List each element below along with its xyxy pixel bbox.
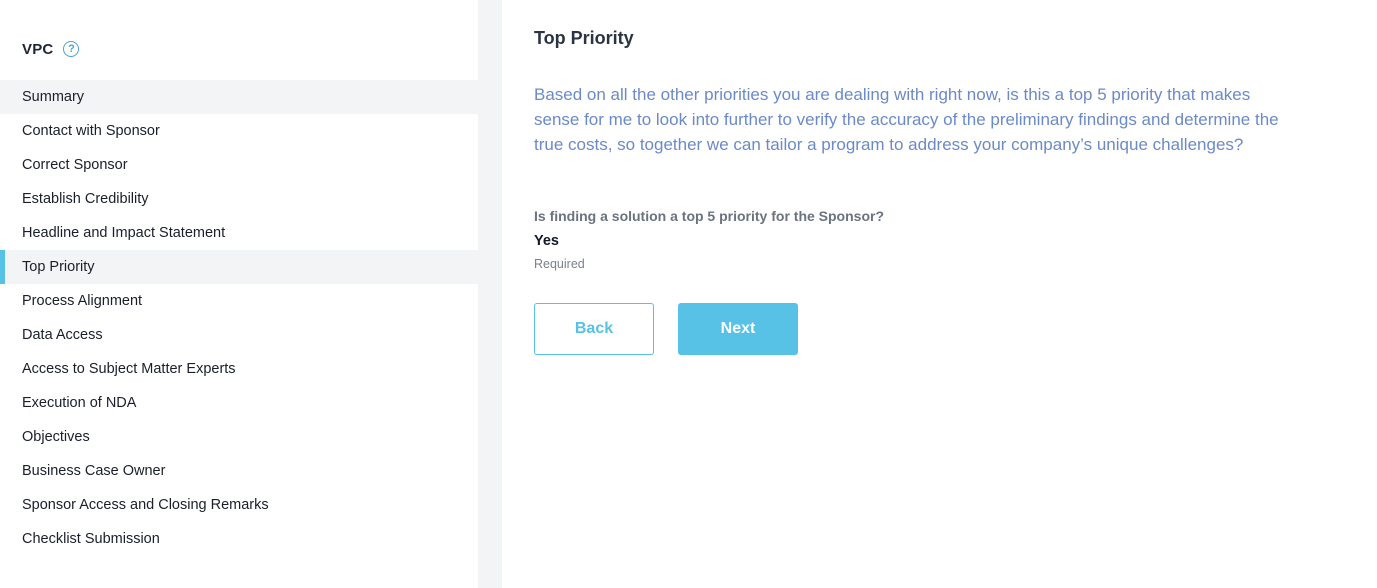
sidebar-item-label: Summary — [22, 89, 85, 105]
sidebar-item-sme-access[interactable]: Access to Subject Matter Experts — [0, 352, 478, 386]
main-content: Top Priority Based on all the other prio… — [502, 0, 1377, 588]
question-label: Is finding a solution a top 5 priority f… — [534, 208, 884, 224]
next-button[interactable]: Next — [678, 303, 798, 355]
sidebar-title: VPC — [22, 40, 54, 58]
sidebar-item-execution-nda[interactable]: Execution of NDA — [0, 386, 478, 420]
sidebar: VPC ? Summary Contact with Sponsor Corre… — [0, 0, 478, 588]
sidebar-item-process-alignment[interactable]: Process Alignment — [0, 284, 478, 318]
sidebar-item-label: Objectives — [22, 429, 90, 445]
sidebar-item-label: Business Case Owner — [22, 463, 166, 479]
sidebar-nav: Summary Contact with Sponsor Correct Spo… — [0, 80, 478, 556]
sidebar-item-headline-impact[interactable]: Headline and Impact Statement — [0, 216, 478, 250]
sidebar-item-label: Data Access — [22, 327, 103, 343]
back-button[interactable]: Back — [534, 303, 654, 355]
sidebar-item-label: Top Priority — [22, 259, 95, 275]
sidebar-item-label: Establish Credibility — [22, 191, 149, 207]
sidebar-item-establish-credibility[interactable]: Establish Credibility — [0, 182, 478, 216]
sidebar-item-contact-with-sponsor[interactable]: Contact with Sponsor — [0, 114, 478, 148]
question-circle-icon[interactable]: ? — [63, 41, 80, 57]
sidebar-item-label: Access to Subject Matter Experts — [22, 361, 236, 377]
sidebar-item-label: Process Alignment — [22, 293, 143, 309]
app-layout: VPC ? Summary Contact with Sponsor Corre… — [0, 0, 1377, 588]
sidebar-item-sponsor-access-closing[interactable]: Sponsor Access and Closing Remarks — [0, 488, 478, 522]
sidebar-item-label: Headline and Impact Statement — [22, 225, 226, 241]
page-title: Top Priority — [534, 28, 634, 48]
sidebar-item-business-case-owner[interactable]: Business Case Owner — [0, 454, 478, 488]
sidebar-item-top-priority[interactable]: Top Priority — [0, 250, 478, 284]
sidebar-item-objectives[interactable]: Objectives — [0, 420, 478, 454]
answer-value[interactable]: Yes — [534, 233, 559, 249]
sidebar-item-label: Correct Sponsor — [22, 157, 128, 173]
sidebar-item-label: Contact with Sponsor — [22, 123, 160, 139]
panel-divider — [478, 0, 502, 588]
priority-description: Based on all the other priorities you ar… — [534, 85, 1279, 154]
sidebar-header: VPC ? — [22, 38, 80, 60]
sidebar-item-correct-sponsor[interactable]: Correct Sponsor — [0, 148, 478, 182]
sidebar-item-checklist-submission[interactable]: Checklist Submission — [0, 522, 478, 556]
required-hint: Required — [534, 257, 585, 271]
sidebar-item-label: Sponsor Access and Closing Remarks — [22, 497, 269, 513]
sidebar-item-label: Execution of NDA — [22, 395, 137, 411]
sidebar-item-label: Checklist Submission — [22, 531, 160, 547]
sidebar-item-data-access[interactable]: Data Access — [0, 318, 478, 352]
sidebar-item-summary[interactable]: Summary — [0, 80, 478, 114]
